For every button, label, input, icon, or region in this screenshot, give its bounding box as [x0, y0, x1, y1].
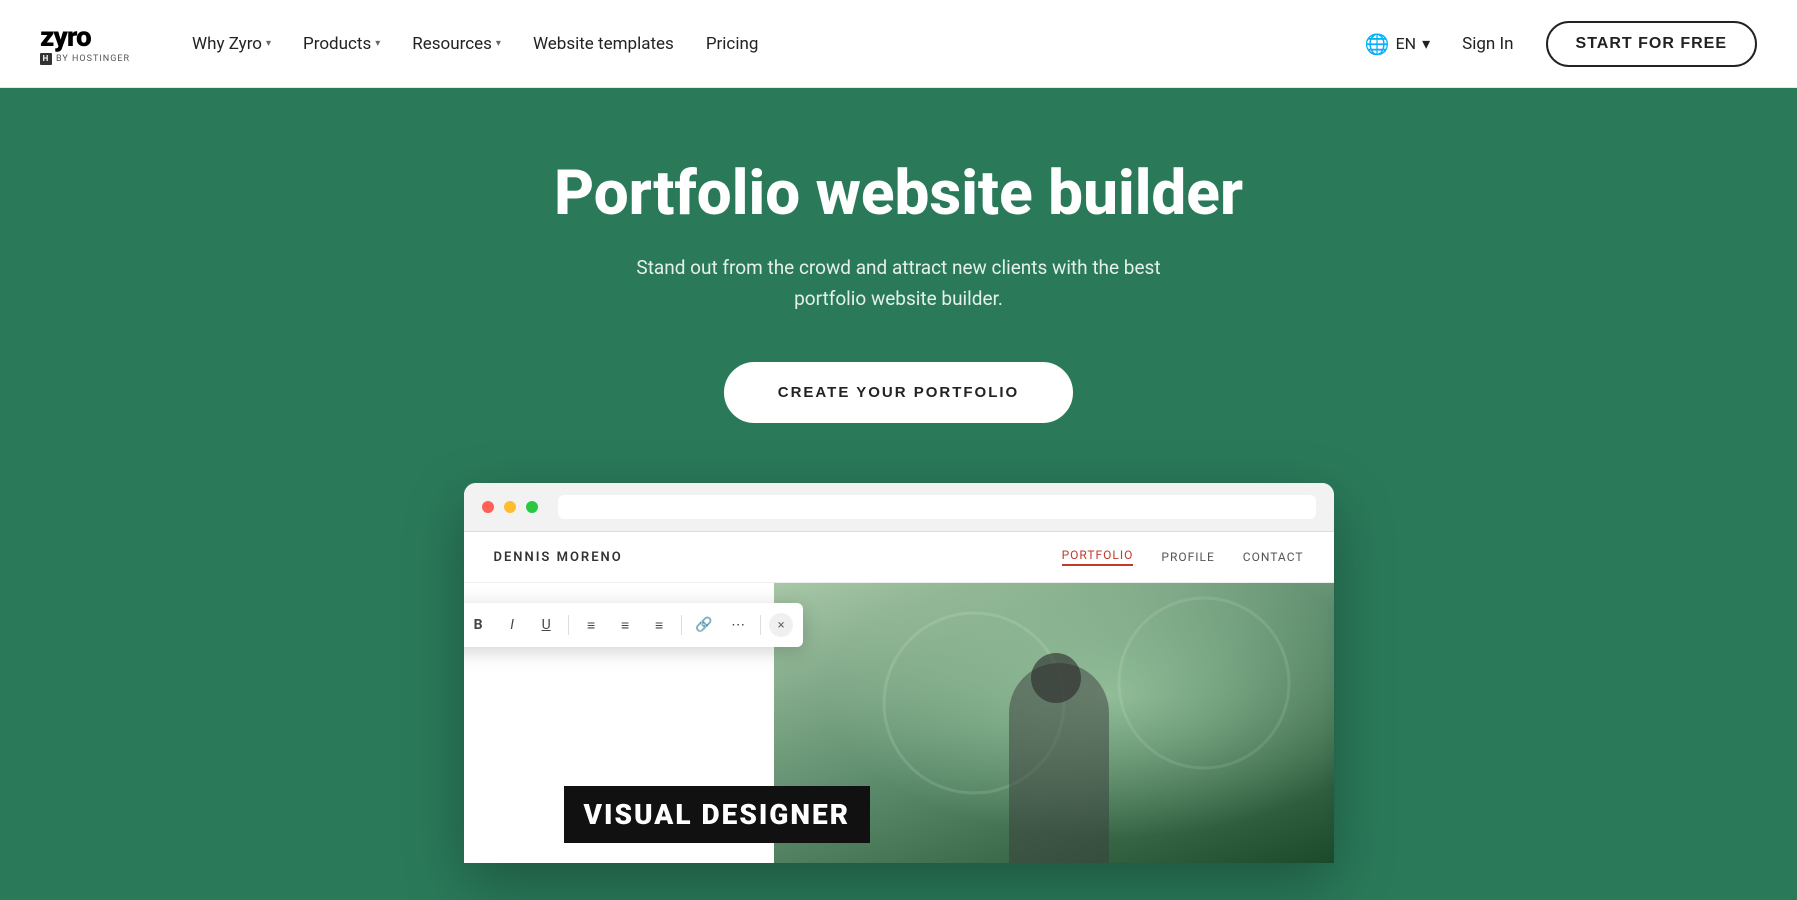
nav-item-why-zyro[interactable]: Why Zyro ▾ [178, 26, 285, 62]
browser-close-dot [482, 501, 494, 513]
bold-button[interactable]: B [464, 611, 492, 639]
start-free-button[interactable]: START FOR FREE [1546, 21, 1757, 67]
hero-subtitle: Stand out from the crowd and attract new… [619, 253, 1179, 314]
nav-right: 🌐 EN ▾ Sign In START FOR FREE [1365, 21, 1757, 67]
globe-icon: 🌐 [1365, 32, 1390, 56]
toolbar-separator-4 [760, 615, 761, 635]
underline-button[interactable]: U [532, 611, 560, 639]
logo[interactable]: zyro H BY HOSTINGER [40, 23, 130, 65]
language-selector[interactable]: 🌐 EN ▾ [1365, 32, 1430, 56]
nav-item-website-templates[interactable]: Website templates [519, 26, 688, 62]
hostinger-icon: H [40, 53, 52, 65]
align-right-button[interactable]: ≡ [645, 611, 673, 639]
navbar: zyro H BY HOSTINGER Why Zyro ▾ Products … [0, 0, 1797, 88]
chevron-down-icon: ▾ [266, 38, 271, 49]
logo-sub: H BY HOSTINGER [40, 53, 130, 65]
site-nav-profile[interactable]: PROFILE [1161, 550, 1214, 564]
hero-section: Portfolio website builder Stand out from… [0, 88, 1797, 900]
site-nav-contact[interactable]: CONTACT [1243, 550, 1304, 564]
chevron-down-icon: ▾ [496, 38, 501, 49]
browser-url-bar [558, 495, 1316, 519]
site-nav-portfolio[interactable]: PORTFOLIO [1062, 548, 1134, 566]
person-head [1031, 653, 1081, 703]
chevron-down-icon: ▾ [375, 38, 380, 49]
logo-text: zyro [40, 23, 130, 51]
nav-links: Why Zyro ▾ Products ▾ Resources ▾ Websit… [178, 26, 1365, 62]
italic-button[interactable]: I [498, 611, 526, 639]
align-center-button[interactable]: ≡ [611, 611, 639, 639]
browser-mockup: DENNIS MORENO PORTFOLIO PROFILE CONTACT … [464, 483, 1334, 863]
signin-button[interactable]: Sign In [1450, 26, 1525, 62]
hero-cta-button[interactable]: CREATE YOUR PORTFOLIO [724, 362, 1073, 423]
more-options-button[interactable]: ⋯ [724, 611, 752, 639]
text-toolbar: XL Heading ▾ B I U ≡ ≡ ≡ 🔗 ⋯ × [464, 603, 804, 647]
nav-item-resources[interactable]: Resources ▾ [398, 26, 515, 62]
toolbar-separator-2 [568, 615, 569, 635]
browser-maximize-dot [526, 501, 538, 513]
browser-bar [464, 483, 1334, 532]
site-nav-links: PORTFOLIO PROFILE CONTACT [1062, 548, 1304, 566]
browser-minimize-dot [504, 501, 516, 513]
site-nav: DENNIS MORENO PORTFOLIO PROFILE CONTACT [464, 532, 1334, 583]
nav-item-pricing[interactable]: Pricing [692, 26, 773, 62]
nav-item-products[interactable]: Products ▾ [289, 26, 394, 62]
site-logo: DENNIS MORENO [494, 550, 623, 565]
designer-label: VISUAL DESIGNER [564, 786, 870, 843]
hero-title: Portfolio website builder [554, 158, 1243, 229]
toolbar-separator-3 [681, 615, 682, 635]
toolbar-close-button[interactable]: × [769, 613, 793, 637]
link-button[interactable]: 🔗 [690, 611, 718, 639]
align-left-button[interactable]: ≡ [577, 611, 605, 639]
site-content: Dennis Moreno / 2019 VISUAL DESIGNER X [464, 583, 1334, 863]
chevron-down-icon: ▾ [1422, 34, 1430, 53]
